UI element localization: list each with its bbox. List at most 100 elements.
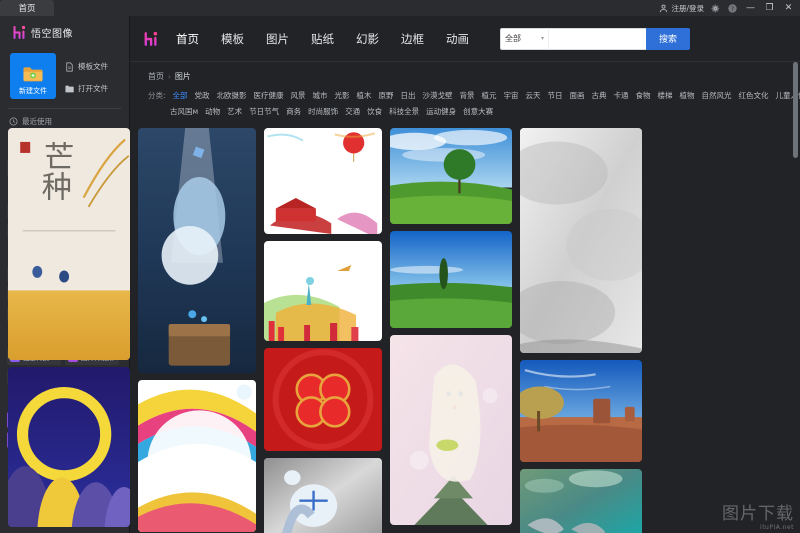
close-button[interactable]: ✕: [782, 0, 795, 16]
window-tabstrip: 首页: [0, 0, 54, 16]
filter-tag[interactable]: 植木: [357, 90, 372, 101]
filter-tag[interactable]: 植元: [482, 90, 497, 101]
filter-tag[interactable]: 云天: [526, 90, 541, 101]
template-file-icon: [65, 62, 74, 72]
file-toolbar: 新建文件 模板文件 打开文件: [0, 49, 129, 99]
filter-tag[interactable]: 日出: [401, 90, 416, 101]
nav-item-图片[interactable]: 图片: [266, 31, 289, 47]
breadcrumb-item-home[interactable]: 首页: [148, 71, 164, 82]
filter-tag[interactable]: 沙漠戈壁: [423, 90, 453, 101]
nav-item-模板[interactable]: 模板: [221, 31, 244, 47]
card-rainbow-frame[interactable]: [138, 380, 256, 532]
nav-item-边框[interactable]: 边框: [401, 31, 424, 47]
filter-tag[interactable]: 面画: [570, 90, 585, 101]
filter-tag[interactable]: 艺术: [227, 106, 242, 117]
filter-tag[interactable]: 自然风光: [702, 90, 732, 101]
svg-text:?: ?: [731, 5, 734, 12]
filter-tag[interactable]: 城市: [313, 90, 328, 101]
image-grid: 芒种: [8, 128, 656, 533]
window-titlebar: 首页 注册/登录 ? — ❐ ✕: [0, 0, 800, 16]
maximize-button[interactable]: ❐: [763, 0, 776, 16]
filter-tag[interactable]: 商务: [286, 106, 301, 117]
card-tiananmen-watercolor[interactable]: [264, 128, 382, 234]
card-city-watercolor[interactable]: [264, 241, 382, 341]
filter-tag[interactable]: 节日: [548, 90, 563, 101]
breadcrumb-separator: ›: [168, 73, 171, 81]
filter-tag[interactable]: 宇宙: [504, 90, 519, 101]
filter-tag[interactable]: 动物: [205, 106, 220, 117]
template-file-button[interactable]: 模板文件: [65, 61, 108, 72]
grid-column: 芒种: [8, 128, 130, 533]
svg-text:种: 种: [42, 171, 72, 206]
filter-tag[interactable]: 交通: [345, 106, 360, 117]
card-cypress-field[interactable]: [390, 231, 512, 328]
card-desert-mesa[interactable]: [520, 360, 642, 462]
card-lone-tree-meadow[interactable]: [390, 128, 512, 224]
filter-tag[interactable]: 卡通: [614, 90, 629, 101]
filter-tag[interactable]: 植物: [680, 90, 695, 101]
filter-tag[interactable]: 楼梯: [658, 90, 673, 101]
nav-item-首页[interactable]: 首页: [176, 31, 199, 47]
card-illustrated-girl[interactable]: [390, 335, 512, 525]
window-tab-home[interactable]: 首页: [0, 0, 54, 16]
open-file-label: 打开文件: [78, 83, 108, 94]
brand-name: 悟空图像: [31, 25, 73, 40]
template-file-label: 模板文件: [78, 61, 108, 72]
app-window: 首页 注册/登录 ? — ❐ ✕: [0, 0, 800, 533]
filter-tag[interactable]: 北欧摄影: [217, 90, 247, 101]
filter-tag[interactable]: 创意大赛: [463, 106, 493, 117]
nav-item-list: 首页 模板 图片 贴纸 幻影 边框 动画: [176, 31, 469, 47]
search-scope-select[interactable]: 全部 ▾: [500, 28, 548, 50]
filter-tag[interactable]: 背景: [460, 90, 475, 101]
account-button[interactable]: 注册/登录: [658, 3, 704, 14]
filter-tag[interactable]: 时尚服饰: [308, 106, 338, 117]
filter-row: 分类: 全部党政北欧摄影医疗健康风景城市光影植木原野日出沙漠戈壁背景植元宇宙云天节…: [148, 90, 800, 101]
filter-tag[interactable]: 医疗健康: [254, 90, 284, 101]
search-scope-value: 全部: [505, 33, 521, 44]
filter-tag[interactable]: 风景: [291, 90, 306, 101]
hi-logo-icon: [144, 31, 158, 47]
scrollbar-thumb[interactable]: [793, 62, 798, 158]
nav-item-贴纸[interactable]: 贴纸: [311, 31, 334, 47]
minimize-button[interactable]: —: [744, 0, 757, 16]
search-input[interactable]: [548, 28, 646, 50]
nav-item-幻影[interactable]: 幻影: [356, 31, 379, 47]
filter-label: 分类:: [148, 90, 166, 101]
filter-tag[interactable]: 原野: [379, 90, 394, 101]
new-file-button[interactable]: 新建文件: [10, 53, 56, 99]
filter-tag[interactable]: 党政: [195, 90, 210, 101]
grid-column: [264, 128, 382, 533]
filter-tag[interactable]: 食物: [636, 90, 651, 101]
card-moon-mountains[interactable]: [8, 367, 130, 527]
card-mangzhong-poster[interactable]: 芒种: [8, 128, 130, 360]
card-blue-treasure[interactable]: [138, 128, 256, 373]
nav-item-动画[interactable]: 动画: [446, 31, 469, 47]
gear-icon[interactable]: [710, 3, 721, 14]
help-icon[interactable]: ?: [727, 3, 738, 14]
card-red-doublehappiness[interactable]: [264, 348, 382, 451]
filter-tag[interactable]: 饮食: [367, 106, 382, 117]
main-scrollbar[interactable]: [793, 62, 798, 527]
breadcrumb-item-current: 图片: [175, 71, 191, 82]
filter-tag[interactable]: 科技全景: [389, 106, 419, 117]
filter-tag[interactable]: 光影: [335, 90, 350, 101]
user-icon: [658, 3, 669, 14]
clock-icon: [9, 117, 18, 126]
filter-tag[interactable]: 全部: [173, 90, 188, 101]
card-dolphins-underwater[interactable]: [520, 469, 642, 533]
recent-used-button[interactable]: 最近使用: [0, 109, 129, 127]
filter-tag[interactable]: 红色文化: [739, 90, 769, 101]
grid-column: [520, 128, 642, 533]
file-action-list: 模板文件 打开文件: [65, 53, 108, 99]
filter-tag[interactable]: 节日节气: [249, 106, 279, 117]
search-button[interactable]: 搜索: [646, 28, 690, 50]
hi-logo-icon: [13, 25, 26, 40]
card-medical-worker[interactable]: [264, 458, 382, 533]
filter-tag[interactable]: 运动健身: [426, 106, 456, 117]
open-file-button[interactable]: 打开文件: [65, 83, 108, 94]
filter-tag[interactable]: 古典: [592, 90, 607, 101]
filter-tag[interactable]: 古风国м: [170, 106, 198, 117]
recent-used-label: 最近使用: [22, 116, 52, 127]
top-navigation: 首页 模板 图片 贴纸 幻影 边框 动画 全部 ▾ 搜索: [130, 16, 800, 62]
card-grey-texture[interactable]: [520, 128, 642, 353]
